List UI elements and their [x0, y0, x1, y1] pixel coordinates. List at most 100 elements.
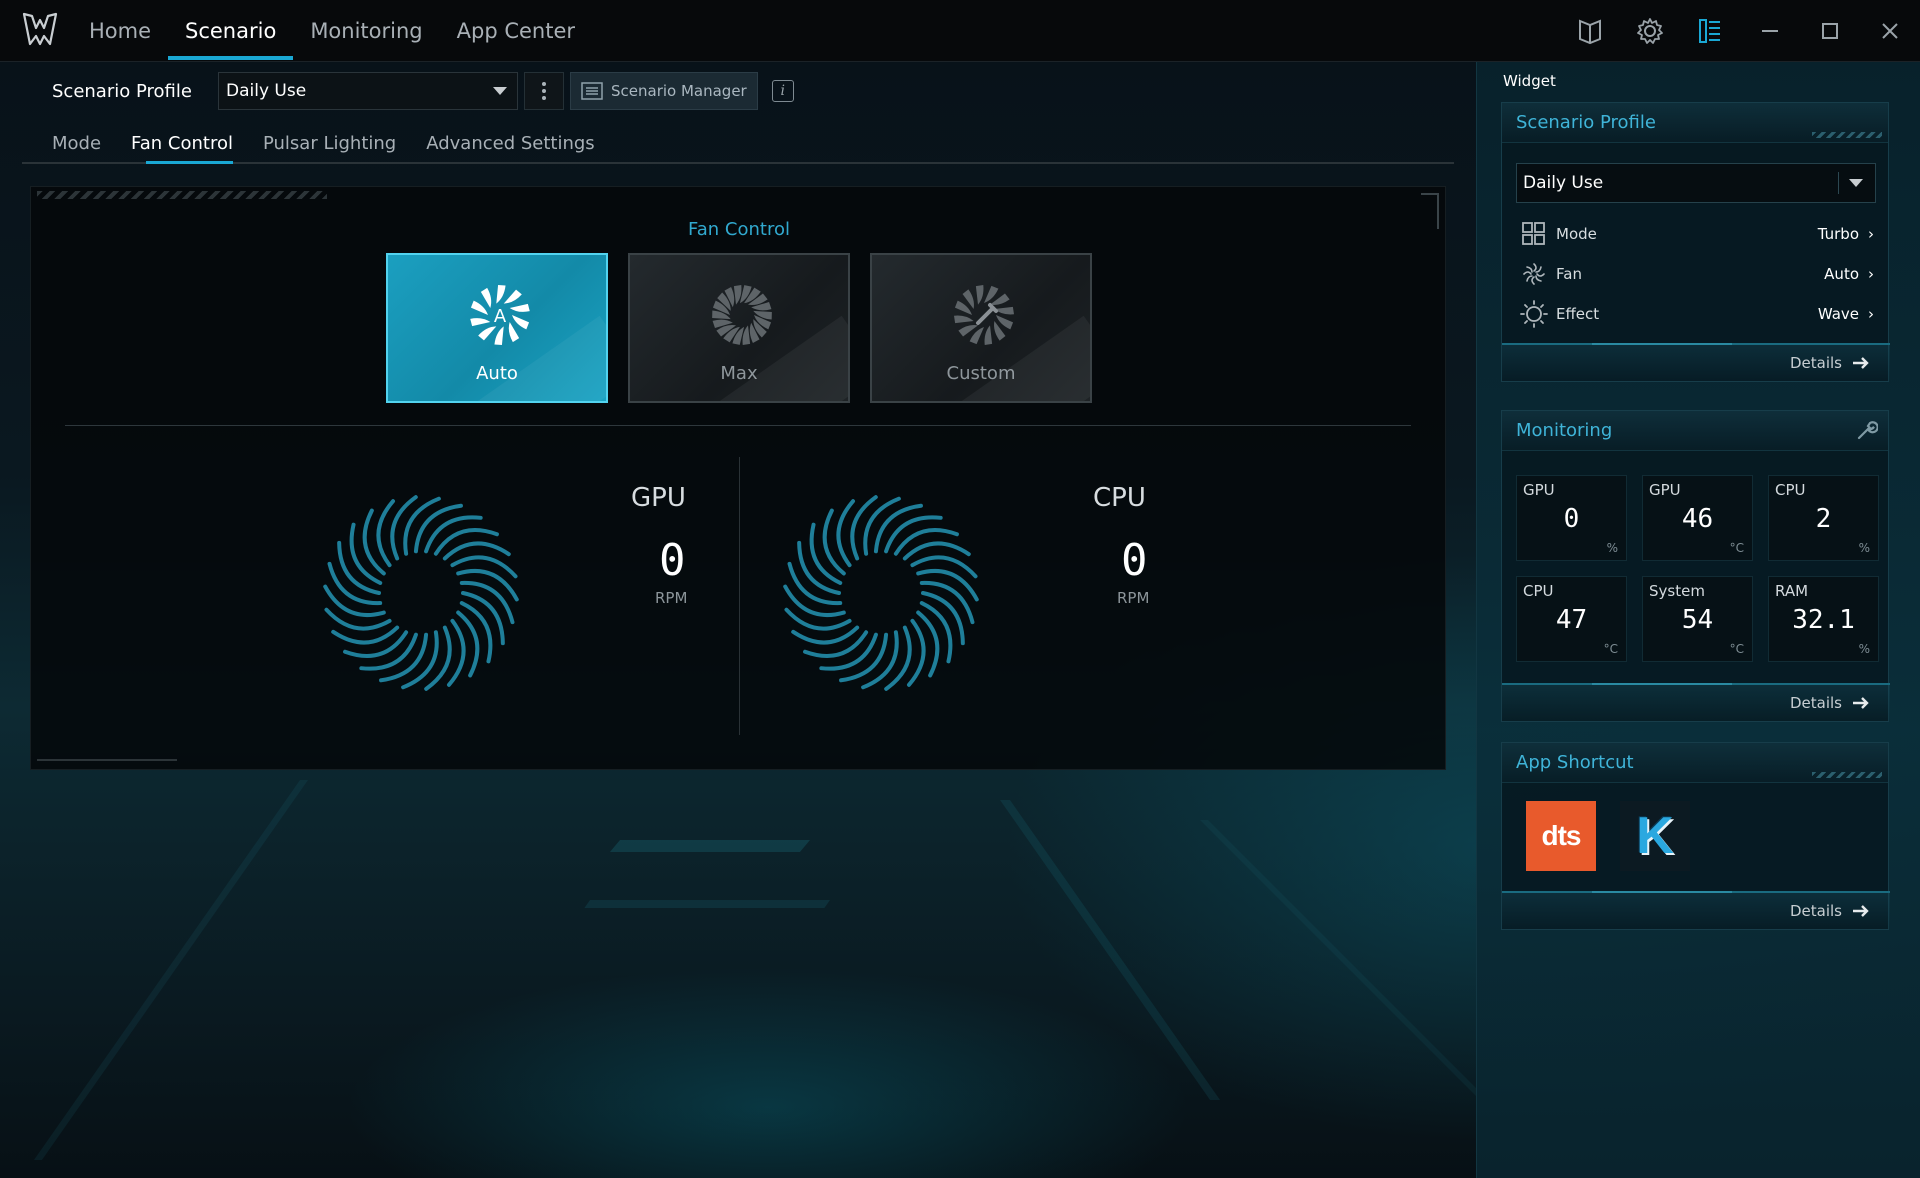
- fan-divider: [739, 457, 740, 735]
- widget-toggle-button[interactable]: [1680, 0, 1740, 62]
- dropdown-separator: [1838, 172, 1839, 194]
- fan-control-panel: Fan Control A Auto Max Custom GPU 0 RPM …: [30, 186, 1446, 770]
- fan-blade: [984, 325, 993, 345]
- monitor-tile-system-temp: System 54 °C: [1642, 576, 1753, 662]
- minimize-icon: [1762, 30, 1778, 32]
- card-decoration: [1812, 772, 1882, 778]
- app-shortcut-dts[interactable]: dts: [1526, 801, 1596, 871]
- wrench-icon[interactable]: [1856, 419, 1878, 441]
- widget-row-value: Auto ›: [1824, 265, 1874, 283]
- minimize-button[interactable]: [1740, 0, 1800, 62]
- fan-control-title: Fan Control: [688, 219, 790, 240]
- nav-tab-app-center[interactable]: App Center: [440, 0, 592, 62]
- cpu-fan-unit: RPM: [1117, 589, 1150, 607]
- monitor-tile-value: 0: [1563, 504, 1580, 534]
- monitoring-details-button[interactable]: Details: [1502, 683, 1890, 721]
- profile-more-button[interactable]: [524, 72, 564, 110]
- subtab-label: Pulsar Lighting: [262, 132, 397, 154]
- fan-mode-label: Auto: [476, 363, 518, 384]
- widget-row-value: Turbo ›: [1818, 225, 1874, 243]
- fan-value: Auto: [1824, 265, 1859, 283]
- fan-blade: [954, 315, 974, 324]
- nav-tab-monitoring[interactable]: Monitoring: [293, 0, 439, 62]
- panel-divider: [65, 425, 1411, 426]
- mode-grid-icon: [1522, 222, 1545, 245]
- subtab-pulsar-lighting[interactable]: Pulsar Lighting: [248, 124, 411, 162]
- background-floor: [0, 760, 1476, 1178]
- card-header: App Shortcut: [1502, 743, 1888, 783]
- subtab-label: Fan Control: [131, 132, 233, 154]
- fan-max-icon: [712, 285, 772, 345]
- close-icon: [1882, 23, 1898, 39]
- monitor-tile-value: 54: [1681, 605, 1714, 635]
- effect-value: Wave: [1817, 305, 1859, 323]
- nav-tab-scenario[interactable]: Scenario: [168, 0, 294, 62]
- chevron-right-icon: ›: [1868, 265, 1874, 283]
- monitor-tile-value: 32.1: [1792, 605, 1855, 635]
- fan-icon: [1523, 263, 1545, 285]
- card-title: Monitoring: [1516, 420, 1613, 441]
- subtab-fan-control[interactable]: Fan Control: [116, 124, 248, 164]
- monitor-tile-label: CPU: [1523, 582, 1554, 600]
- kebab-dot-icon: [542, 89, 546, 93]
- fan-blade: [470, 300, 488, 315]
- subtab-advanced-settings[interactable]: Advanced Settings: [411, 124, 609, 162]
- details-label: Details: [1789, 694, 1842, 712]
- chevron-right-icon: ›: [1868, 305, 1874, 323]
- card-header: Monitoring: [1502, 411, 1888, 451]
- fan-blade: [494, 326, 504, 345]
- monitor-tile-gpu-temp: GPU 46 °C: [1642, 475, 1753, 561]
- fan-mode-custom[interactable]: Custom: [870, 253, 1092, 403]
- card-title: App Shortcut: [1516, 752, 1634, 773]
- maximize-icon: [1822, 23, 1838, 39]
- info-button[interactable]: i: [771, 80, 794, 102]
- kebab-dot-icon: [542, 82, 546, 86]
- maximize-button[interactable]: [1800, 0, 1860, 62]
- title-bar: Home Scenario Monitoring App Center: [0, 0, 1920, 62]
- cpu-fan-graphic: [783, 495, 979, 691]
- fan-mode-label: Max: [720, 363, 758, 384]
- tips-button[interactable]: [1560, 0, 1620, 62]
- fan-blade: [478, 326, 497, 341]
- scenario-manager-button[interactable]: Scenario Manager: [570, 72, 758, 110]
- widget-row-effect[interactable]: Effect Wave ›: [1520, 299, 1874, 329]
- arrow-right-icon: [1853, 357, 1869, 369]
- monitor-tile-unit: °C: [1729, 541, 1744, 555]
- gpu-fan-label: GPU: [631, 483, 686, 513]
- list-icon: [581, 82, 603, 100]
- monitor-tile-value: 2: [1815, 504, 1832, 534]
- app-shortcut-k[interactable]: K: [1620, 801, 1690, 871]
- settings-button[interactable]: [1620, 0, 1680, 62]
- nav-tab-label: Monitoring: [310, 19, 423, 43]
- fan-mode-auto[interactable]: A Auto: [386, 253, 608, 403]
- scenario-profile-row: Scenario Profile Daily Use Scenario Mana…: [52, 72, 794, 110]
- kebab-dot-icon: [542, 96, 546, 100]
- subtab-mode[interactable]: Mode: [22, 124, 116, 162]
- nav-tab-home[interactable]: Home: [72, 0, 168, 62]
- fan-mode-max[interactable]: Max: [628, 253, 850, 403]
- widget-sidebar: Widget Scenario Profile Daily Use Mode T…: [1476, 62, 1920, 1178]
- widget-row-fan[interactable]: Fan Auto ›: [1520, 259, 1874, 289]
- widget-title: Widget: [1503, 72, 1556, 90]
- scenario-profile-details-button[interactable]: Details: [1502, 343, 1890, 381]
- scenario-profile-dropdown[interactable]: Daily Use: [218, 72, 518, 110]
- scenario-profile-label: Scenario Profile: [52, 80, 192, 102]
- cpu-fan-rpm: 0: [1121, 535, 1148, 586]
- close-button[interactable]: [1860, 0, 1920, 62]
- scenario-profile-selected: Daily Use: [226, 81, 307, 101]
- gpu-fan-graphic: [323, 495, 519, 691]
- fan-blade: [343, 630, 409, 658]
- svg-text:A: A: [494, 306, 507, 327]
- fan-custom-icon: [954, 285, 1014, 345]
- monitor-tile-value: 46: [1681, 504, 1714, 534]
- widget-monitoring-card: Monitoring GPU 0 % GPU 46 °C CPU 2 % CPU…: [1501, 410, 1890, 722]
- fan-blade: [496, 285, 506, 304]
- widget-row-mode[interactable]: Mode Turbo ›: [1520, 219, 1874, 249]
- app-shortcut-details-button[interactable]: Details: [1502, 891, 1890, 929]
- fan-blade: [509, 303, 530, 312]
- gpu-fan-unit: RPM: [655, 589, 688, 607]
- fan-mode-label: Custom: [946, 363, 1016, 384]
- widget-profile-dropdown[interactable]: Daily Use: [1516, 163, 1876, 203]
- panel-decoration: [37, 751, 177, 761]
- monitor-tile-unit: %: [1606, 541, 1618, 555]
